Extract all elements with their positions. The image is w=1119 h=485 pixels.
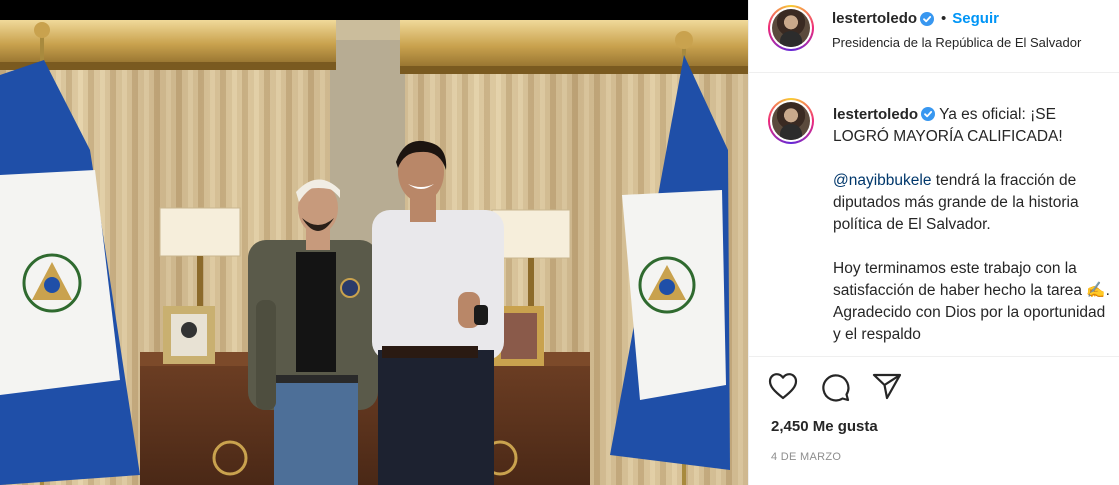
comment-icon[interactable] xyxy=(820,372,850,402)
author-line: lestertoledo • Seguir xyxy=(832,10,999,27)
share-icon[interactable] xyxy=(872,372,902,400)
verified-badge-icon xyxy=(921,107,936,121)
mention-link[interactable]: @nayibbukele xyxy=(833,172,931,189)
caption-author-avatar[interactable] xyxy=(768,98,814,144)
separator-dot: • xyxy=(941,10,947,27)
location-link[interactable]: Presidencia de la República de El Salvad… xyxy=(832,35,1081,50)
caption-paragraph-3: Hoy terminamos este trabajo con la satis… xyxy=(833,258,1115,302)
caption-paragraph-2: @nayibbukele tendrá la fracción de diput… xyxy=(833,170,1115,236)
post-caption: lestertoledo Ya es oficial: ¡SE LOGRÓ MA… xyxy=(833,104,1115,356)
follow-button[interactable]: Seguir xyxy=(952,10,999,27)
caption-text-4: Agradecido con Dios por la oportunidad y… xyxy=(833,304,1106,343)
post-image xyxy=(0,0,748,485)
verified-badge-icon xyxy=(920,11,935,26)
author-username[interactable]: lestertoledo xyxy=(832,10,917,27)
caption-text-3: Hoy terminamos este trabajo con la satis… xyxy=(833,260,1110,299)
like-count[interactable]: 2,450 Me gusta xyxy=(771,418,878,435)
post-header: lestertoledo • Seguir Presidencia de la … xyxy=(749,0,1119,73)
caption-paragraph-1: lestertoledo Ya es oficial: ¡SE LOGRÓ MA… xyxy=(833,104,1115,148)
heart-icon[interactable] xyxy=(768,372,798,400)
post-date[interactable]: 4 DE MARZO xyxy=(771,451,841,463)
caption-area[interactable]: lestertoledo Ya es oficial: ¡SE LOGRÓ MA… xyxy=(749,74,1119,357)
action-bar xyxy=(768,372,902,402)
post-side-panel: lestertoledo • Seguir Presidencia de la … xyxy=(748,0,1119,485)
post-photo[interactable] xyxy=(0,0,748,485)
caption-paragraph-4: Agradecido con Dios por la oportunidad y… xyxy=(833,302,1115,346)
caption-username[interactable]: lestertoledo xyxy=(833,106,918,123)
author-avatar[interactable] xyxy=(768,5,814,51)
